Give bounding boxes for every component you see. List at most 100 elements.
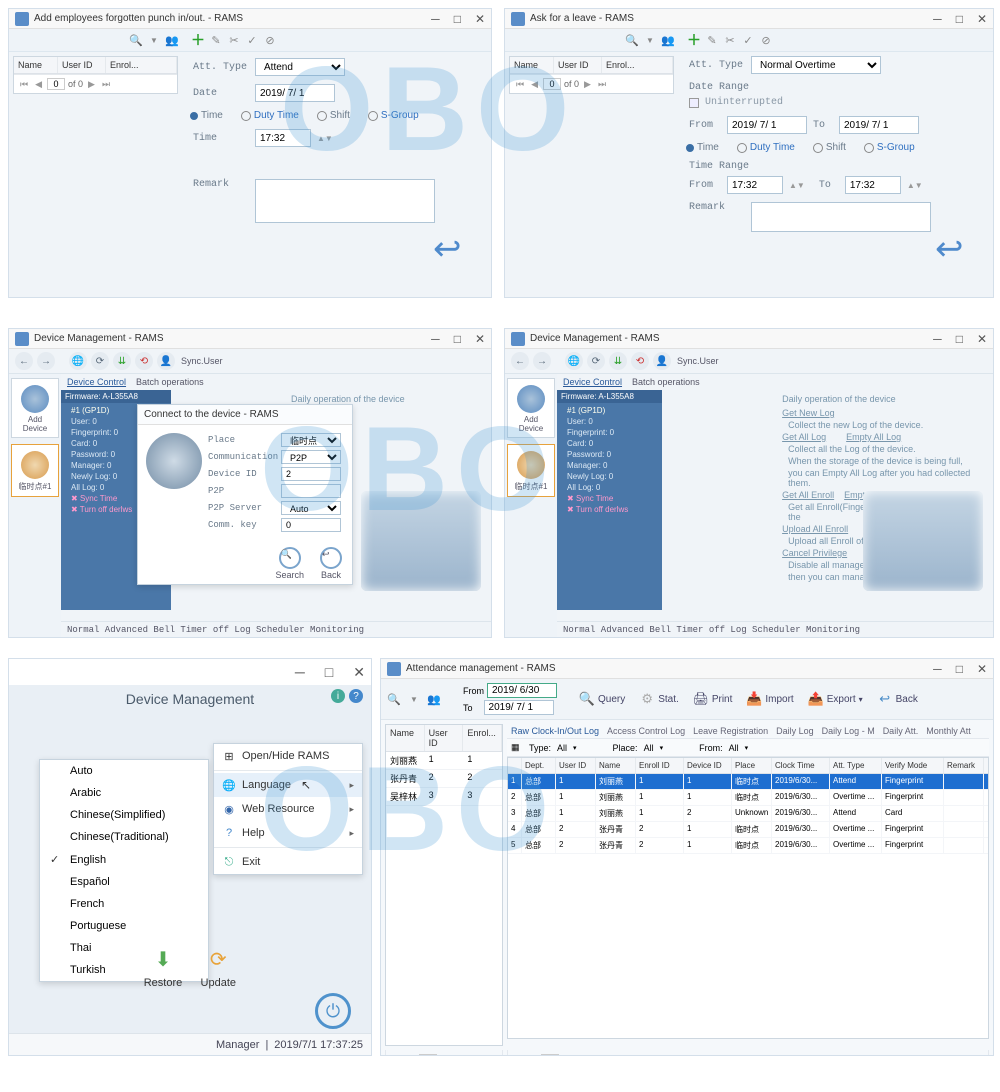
sub-tabs[interactable]: Raw Clock-In/Out Log Access Control Log Le… (507, 724, 989, 738)
language-option[interactable]: Chinese(Simplified) (40, 804, 208, 826)
pager-prev[interactable]: ◀ (33, 79, 44, 90)
pager-first[interactable]: ⏮ (512, 1054, 524, 1056)
nav-back[interactable]: ← (15, 352, 33, 370)
link-get-new-log[interactable]: Get New Log (782, 408, 835, 418)
sub-tab[interactable]: Raw Clock-In/Out Log (511, 726, 599, 736)
pager-last[interactable]: ⏭ (100, 79, 112, 90)
globe-icon[interactable]: 🌐 (69, 352, 87, 370)
radio-time[interactable] (190, 112, 198, 120)
restore-button[interactable]: ⬇Restore (144, 941, 183, 989)
maximize-button[interactable]: □ (454, 12, 461, 26)
close-button[interactable]: ✕ (475, 332, 485, 346)
close-button[interactable]: ✕ (353, 664, 365, 681)
add-button[interactable]: ＋ (687, 33, 701, 47)
language-option[interactable]: Arabic (40, 782, 208, 804)
from-date[interactable] (727, 116, 807, 134)
sync-red-icon[interactable]: ⟲ (631, 352, 649, 370)
print-button[interactable]: 🖨Print (689, 689, 737, 709)
remark-input[interactable] (255, 179, 435, 223)
sub-tab[interactable]: Leave Registration (693, 726, 768, 736)
list-item[interactable]: 刘丽燕11 (386, 752, 502, 770)
search-icon[interactable]: 🔍 (387, 692, 401, 706)
sub-tab[interactable]: Daily Att. (883, 726, 919, 736)
table-body[interactable]: 1总部1刘丽燕11临时点2019/6/30...AttendFingerprin… (508, 774, 988, 854)
user-icon[interactable]: 👤 (157, 352, 175, 370)
language-option[interactable]: Español (40, 871, 208, 893)
pager-next[interactable]: ▶ (582, 79, 593, 90)
pager-input[interactable] (419, 1054, 437, 1057)
date-input[interactable] (255, 84, 335, 102)
back-button[interactable]: ↩Back (873, 689, 922, 709)
menu-web-resource[interactable]: ◉Web Resource▸ (214, 797, 362, 821)
att-type-select[interactable]: Normal Overtime (751, 56, 881, 74)
user-icon[interactable]: 👤 (653, 352, 671, 370)
sync-red-icon[interactable]: ⟲ (135, 352, 153, 370)
dropdown-icon[interactable]: ▼ (643, 33, 657, 47)
minimize-button[interactable]: ─ (295, 664, 305, 681)
link-get-all-log[interactable]: Get All Log (782, 432, 826, 442)
pager-input[interactable] (47, 78, 65, 90)
back-icon[interactable]: ↩ (433, 229, 481, 269)
back-icon[interactable]: ↩ (935, 229, 983, 269)
edit-button[interactable]: ✎ (705, 33, 719, 47)
sub-tab[interactable]: Daily Log (776, 726, 814, 736)
to-date[interactable] (839, 116, 919, 134)
time-from[interactable] (727, 176, 783, 194)
pager-input[interactable] (543, 78, 561, 90)
globe-icon[interactable]: 🌐 (565, 352, 583, 370)
time-to[interactable] (845, 176, 901, 194)
refresh-icon[interactable]: ⟳ (91, 352, 109, 370)
comm-select[interactable]: P2P (281, 450, 341, 464)
user-add-icon[interactable]: 👥 (427, 692, 441, 706)
pager-input[interactable] (541, 1054, 559, 1057)
to-date[interactable] (484, 700, 554, 715)
import-button[interactable]: 📥Import (742, 689, 797, 709)
minimize-button[interactable]: ─ (431, 12, 440, 26)
confirm-button[interactable]: ✓ (245, 33, 259, 47)
tab-device-control[interactable]: Device Control (67, 377, 126, 387)
tab-batch-ops[interactable]: Batch operations (136, 377, 204, 387)
close-button[interactable]: ✕ (977, 662, 987, 676)
pager-next[interactable]: ▶ (458, 1054, 469, 1056)
power-button[interactable]: ⏻ (315, 993, 351, 1029)
menu-open-hide[interactable]: ⊞Open/Hide RAMS (214, 744, 362, 768)
language-option[interactable]: ✓English (40, 848, 208, 871)
type-filter[interactable]: All (557, 743, 567, 753)
user-add-icon[interactable]: 👥 (661, 33, 675, 47)
delete-button[interactable]: ✂ (227, 33, 241, 47)
pager-next[interactable]: ▶ (86, 79, 97, 90)
language-option[interactable]: Portuguese (40, 915, 208, 937)
menu-exit[interactable]: ⎋Exit (214, 850, 362, 874)
device-id-input[interactable] (281, 467, 341, 481)
minimize-button[interactable]: ─ (431, 332, 440, 346)
edit-button[interactable]: ✎ (209, 33, 223, 47)
confirm-icon[interactable]: ✓ (638, 1054, 646, 1056)
radio-duty[interactable] (737, 143, 747, 153)
table-row[interactable]: 5总部2张丹青21临时点2019/6/30...Overtime ...Fing… (508, 838, 988, 854)
place-filter[interactable]: All (644, 743, 654, 753)
radio-sgroup[interactable] (864, 143, 874, 153)
pager-first[interactable]: ⏮ (390, 1054, 402, 1056)
menu-language[interactable]: 🌐Language↖▸ (214, 773, 362, 797)
radio-time[interactable] (686, 144, 694, 152)
table-row[interactable]: 2总部1刘丽燕11临时点2019/6/30...Overtime ...Fing… (508, 790, 988, 806)
list-item[interactable]: 张丹青22 (386, 770, 502, 788)
edit-row-icon[interactable]: ✎ (627, 1054, 635, 1056)
att-type-select[interactable]: Attend (255, 58, 345, 76)
device-item[interactable]: 临时点#1 (11, 444, 59, 497)
pager-prev[interactable]: ◀ (405, 1054, 416, 1056)
from-filter[interactable]: All (729, 743, 739, 753)
device-tree[interactable]: Firmware: A-L355A8 #1 (GP1D) User: 0 Fin… (557, 390, 662, 610)
delete-button[interactable]: ✂ (723, 33, 737, 47)
close-button[interactable]: ✕ (977, 12, 987, 26)
sub-tab[interactable]: Access Control Log (607, 726, 685, 736)
sync-green-icon[interactable]: ⇊ (609, 352, 627, 370)
employee-list[interactable]: 刘丽燕11张丹青22吴梓林33 (386, 752, 502, 1045)
remark-input[interactable] (751, 202, 931, 232)
cancel-button[interactable]: ⊘ (263, 33, 277, 47)
dropdown-icon[interactable]: ▼ (407, 692, 421, 706)
minimize-button[interactable]: ─ (933, 662, 942, 676)
confirm-button[interactable]: ✓ (741, 33, 755, 47)
bottom-tabs[interactable]: Normal Advanced Bell Timer off Log Sched… (61, 621, 491, 638)
maximize-button[interactable]: □ (956, 12, 963, 26)
